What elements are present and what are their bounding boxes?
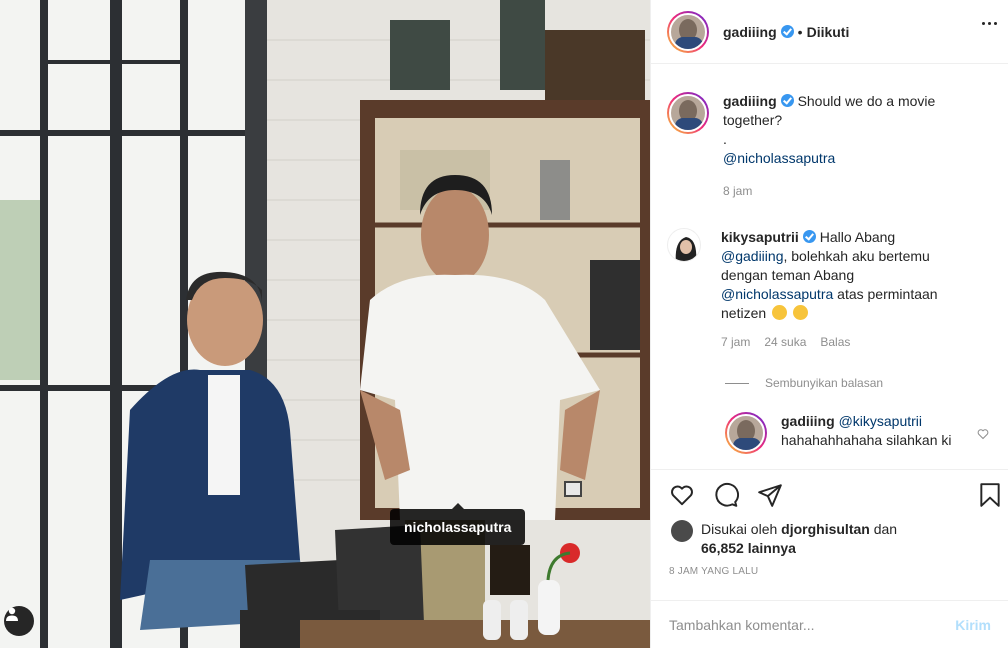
caption-avatar[interactable] bbox=[667, 92, 709, 134]
caption-time[interactable]: 8 jam bbox=[723, 184, 752, 198]
photo-scene bbox=[0, 0, 650, 648]
action-icon-row bbox=[667, 482, 1000, 512]
reply-like-heart-icon[interactable] bbox=[977, 428, 989, 440]
comment-body-part: Hallo Abang bbox=[819, 229, 896, 245]
user-tag-icon[interactable] bbox=[4, 606, 34, 636]
verified-badge-icon bbox=[802, 230, 816, 243]
liker-avatar[interactable] bbox=[671, 520, 693, 542]
grinning-emoji-icon bbox=[792, 305, 808, 320]
comment-mention-link[interactable]: @gadiiing bbox=[721, 248, 783, 264]
post-time-ago[interactable]: 8 JAM YANG LALU bbox=[669, 566, 758, 577]
comment-username[interactable]: kikysaputrii bbox=[721, 229, 799, 245]
reply-button[interactable]: Balas bbox=[820, 335, 850, 349]
verified-badge-icon bbox=[780, 25, 794, 38]
post-header: gadiiing • Diikuti bbox=[651, 0, 1008, 64]
comment-meta: 7 jam 24 suka Balas bbox=[721, 335, 961, 349]
author-avatar[interactable] bbox=[667, 10, 709, 53]
post-comment-button[interactable]: Kirim bbox=[955, 617, 991, 633]
follow-status-button[interactable]: Diikuti bbox=[807, 24, 850, 40]
likes-count[interactable]: 66,852 lainnya bbox=[701, 540, 796, 556]
caption-mention-link[interactable]: @nicholassaputra bbox=[723, 149, 963, 168]
caption-meta: 8 jam bbox=[723, 184, 963, 198]
liker-username[interactable]: djorghisultan bbox=[781, 521, 870, 537]
separator: • bbox=[797, 23, 803, 40]
more-options-icon[interactable] bbox=[982, 22, 997, 25]
hide-replies-button[interactable]: Sembunyikan balasan bbox=[725, 376, 883, 390]
reply-item: gadiiing @kikysaputrii hahahahhahaha sil… bbox=[725, 412, 989, 454]
share-icon[interactable] bbox=[757, 482, 783, 508]
likes-summary: Disukai oleh djorghisultan dan 66,852 la… bbox=[671, 520, 897, 558]
comments-list[interactable]: gadiiing Should we do a movie together? … bbox=[651, 64, 1008, 469]
comment-icon[interactable] bbox=[713, 482, 739, 508]
photo-user-tag[interactable]: nicholassaputra bbox=[390, 503, 526, 545]
verified-badge-icon bbox=[780, 94, 794, 107]
reply-mention-link[interactable]: @kikysaputrii bbox=[839, 413, 922, 429]
comment-like-count[interactable]: 24 suka bbox=[764, 335, 806, 349]
author-username[interactable]: gadiiing bbox=[723, 24, 777, 40]
reply-text: gadiiing @kikysaputrii hahahahhahaha sil… bbox=[781, 412, 971, 450]
post-side-panel: gadiiing • Diikuti gadiiing Should we do… bbox=[650, 0, 1008, 648]
heart-icon[interactable] bbox=[669, 482, 695, 508]
caption: gadiiing Should we do a movie together? … bbox=[667, 92, 963, 198]
reply-username[interactable]: gadiiing bbox=[781, 413, 835, 429]
reply-body: hahahahhahaha silahkan ki bbox=[781, 432, 952, 448]
post-actions: Disukai oleh djorghisultan dan 66,852 la… bbox=[651, 469, 1008, 648]
smiling-hearts-emoji-icon bbox=[772, 305, 788, 320]
likes-conjunction: dan bbox=[873, 521, 898, 537]
comment-time[interactable]: 7 jam bbox=[721, 335, 750, 349]
comment-input[interactable] bbox=[669, 617, 956, 633]
bookmark-icon[interactable] bbox=[977, 482, 1003, 508]
comment-item: kikysaputrii Hallo Abang @gadiiing, bole… bbox=[667, 228, 961, 349]
likes-prefix: Disukai oleh bbox=[701, 521, 778, 537]
reply-avatar[interactable] bbox=[725, 412, 767, 454]
comment-mention-link[interactable]: @nicholassaputra bbox=[721, 286, 833, 302]
comment-text: kikysaputrii Hallo Abang @gadiiing, bole… bbox=[721, 228, 961, 323]
caption-dot: . bbox=[723, 131, 727, 147]
post-photo[interactable]: nicholassaputra bbox=[0, 0, 650, 648]
caption-username[interactable]: gadiiing bbox=[723, 93, 777, 109]
add-comment-bar: Kirim bbox=[651, 600, 1008, 648]
hide-replies-label: Sembunyikan balasan bbox=[765, 376, 884, 390]
commenter-avatar[interactable] bbox=[667, 228, 701, 262]
caption-text: gadiiing Should we do a movie together? bbox=[723, 92, 963, 130]
